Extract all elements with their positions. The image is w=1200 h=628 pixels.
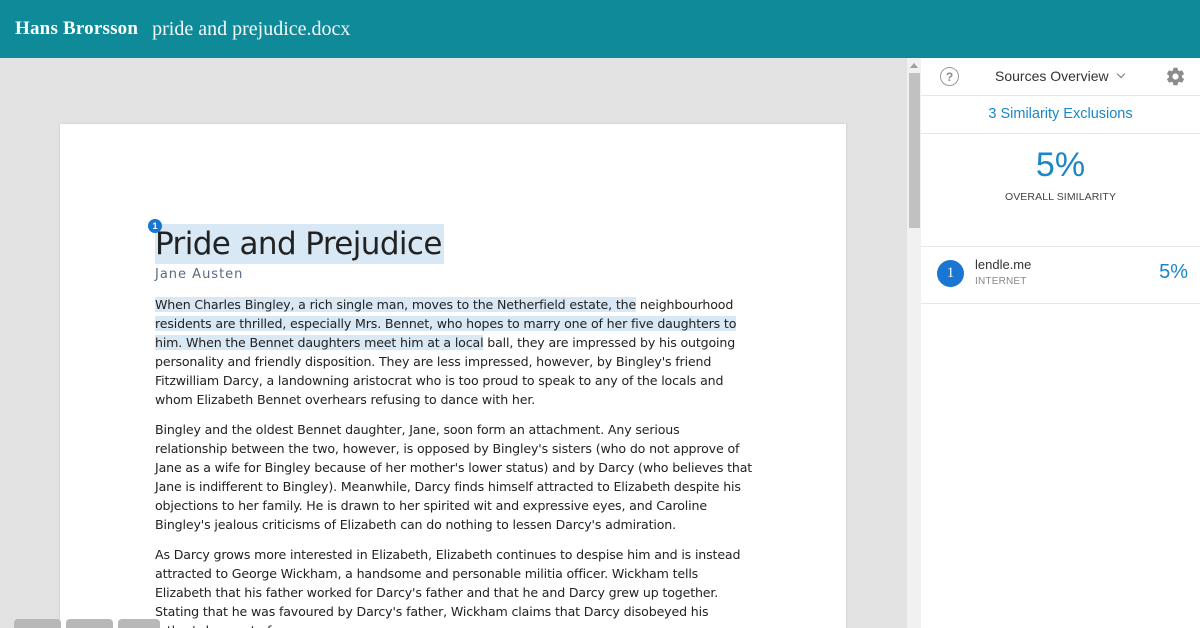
source-type: INTERNET	[975, 276, 1027, 287]
toolbar-button[interactable]	[118, 619, 160, 628]
document-filename: pride and prejudice.docx	[152, 17, 351, 40]
source-item[interactable]: 1 lendle.me INTERNET 5%	[921, 247, 1200, 304]
toolbar-button[interactable]	[66, 619, 113, 628]
toolbar-button[interactable]	[14, 619, 61, 628]
source-name: lendle.me	[975, 257, 1032, 272]
paragraph-text: neighbourhood	[636, 297, 734, 312]
source-percent: 5%	[1159, 261, 1188, 283]
paragraph: As Darcy grows more interested in Elizab…	[155, 547, 741, 628]
paragraph: Bingley and the oldest Bennet daughter, …	[155, 422, 753, 532]
help-icon[interactable]: ?	[940, 67, 959, 86]
sources-overview-label: Sources Overview	[995, 68, 1109, 84]
matched-text[interactable]: When Charles Bingley, a rich single man,…	[155, 297, 636, 312]
document-author: Jane Austen	[155, 267, 244, 282]
chevron-down-icon	[1116, 69, 1125, 79]
document-content: Pride and Prejudice Jane Austen When Cha…	[155, 224, 755, 628]
overall-similarity-label: OVERALL SIMILARITY	[1004, 191, 1117, 203]
paragraph: When Charles Bingley, a rich single man,…	[155, 295, 755, 409]
sources-overview-dropdown[interactable]: Sources Overview	[995, 68, 1125, 84]
author-name: Hans Brorsson	[15, 18, 139, 39]
overall-similarity: 5% OVERALL SIMILARITY	[921, 134, 1200, 247]
similarity-exclusions-link[interactable]: 3 Similarity Exclusions	[921, 96, 1200, 134]
overall-similarity-percent: 5%	[1035, 146, 1086, 184]
source-number-badge: 1	[937, 260, 964, 287]
similarity-sidebar: ? Sources Overview 3 Similarity Exclusio…	[921, 58, 1200, 628]
gear-icon[interactable]	[1165, 66, 1186, 87]
scroll-thumb[interactable]	[909, 73, 920, 228]
app-header: Hans Brorsson pride and prejudice.docx	[0, 0, 1200, 58]
document-viewer[interactable]: 1 Pride and Prejudice Jane Austen When C…	[0, 58, 906, 628]
document-scrollbar[interactable]	[906, 58, 921, 628]
scroll-up-arrow-icon[interactable]	[910, 63, 918, 68]
bottom-toolbar	[14, 619, 160, 628]
document-title: Pride and Prejudice	[155, 224, 444, 264]
document-page: 1 Pride and Prejudice Jane Austen When C…	[60, 124, 846, 628]
sidebar-toolbar: ? Sources Overview	[921, 58, 1200, 96]
match-marker[interactable]: 1	[148, 219, 162, 233]
